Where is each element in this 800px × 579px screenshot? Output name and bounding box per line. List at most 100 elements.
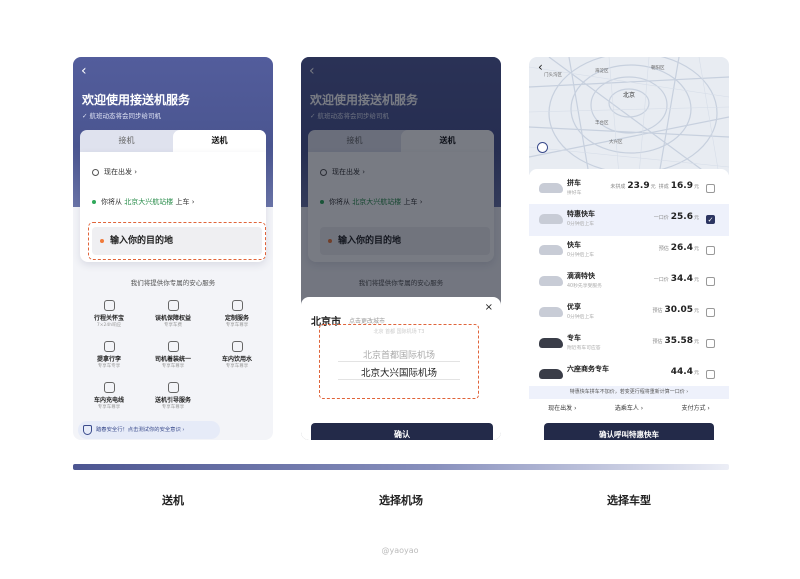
picker-divider <box>338 379 460 380</box>
pickup-location-row[interactable]: 你将从 北京大兴航站楼 上车 › <box>92 197 195 207</box>
car-option-row[interactable]: 快车 0分钟后上车 预估 26.4元 <box>529 235 729 267</box>
service-item[interactable]: 误机保障权益 专享车费 <box>143 300 203 328</box>
option-depart-time[interactable]: 现在出发 › <box>548 403 576 412</box>
car-name: 优享 <box>567 303 581 311</box>
departure-time-row[interactable]: 现在出发 › <box>92 167 137 177</box>
service-item[interactable]: 司机着装统一 专享车尊享 <box>143 341 203 369</box>
car-name: 滴滴特快 <box>567 272 595 280</box>
service-item[interactable]: 送机引导服务 专享车尊享 <box>143 382 203 410</box>
page-subtitle: ✓ 航班动态将会同步给司机 <box>82 112 162 120</box>
car-option-row[interactable]: 滴滴特快 40秒先享受服务 一口价 34.4元 <box>529 266 729 298</box>
showcase-canvas: ‹ 欢迎使用接送机服务 ✓ 航班动态将会同步给司机 接机 送机 现在出发 › 你… <box>0 0 800 579</box>
tab-dropoff[interactable]: 送机 <box>173 130 266 152</box>
picker-option-daxing[interactable]: 北京大兴国际机场 <box>320 365 478 379</box>
back-arrow-icon[interactable]: ‹ <box>81 63 87 79</box>
service-icon <box>231 341 243 352</box>
option-passenger[interactable]: 选乘车人 › <box>615 403 643 412</box>
car-option-row[interactable]: 六座商务专车 44.4元 <box>529 359 729 387</box>
car-icon <box>539 245 563 255</box>
service-item[interactable]: 定制服务 专享车尊享 <box>207 300 267 328</box>
service-name: 行程关怀宝 <box>93 315 124 322</box>
car-desc: 0分钟后上车 <box>567 315 595 320</box>
car-price: 一口价 25.6元 <box>653 212 699 222</box>
pickup-screen: ‹ 欢迎使用接送机服务 ✓ 航班动态将会同步给司机 接机 送机 现在出发 › 你… <box>73 57 273 440</box>
car-checkbox[interactable] <box>706 339 715 348</box>
map-view[interactable]: 北京 海淀区 朝阳区 丰台区 大兴区 门头沟区 ‹ <box>529 57 729 175</box>
service-icon <box>103 382 115 393</box>
car-checkbox[interactable]: ✓ <box>706 215 715 224</box>
car-checkbox[interactable] <box>706 184 715 193</box>
service-item[interactable]: 提拿行李 专享车专享 <box>79 341 139 369</box>
car-icon <box>539 307 563 317</box>
car-name: 快车 <box>567 241 581 249</box>
back-arrow-icon[interactable]: ‹ <box>538 60 543 74</box>
picker-faded-option: 北京 首都 国际机场 T3 <box>373 329 425 335</box>
service-item[interactable]: 车内饮用水 专享车尊享 <box>207 341 267 369</box>
car-type-list: 拼车 拼好车 未拼成 23.9元 拼成 16.9元特惠快车 0分钟后上车 一口价 25.6元 ✓… <box>529 169 729 387</box>
service-name: 提拿行李 <box>96 356 121 363</box>
orange-dot-icon <box>100 238 104 243</box>
service-icon <box>167 341 179 352</box>
car-desc: 0分钟后上车 <box>567 222 595 227</box>
car-name: 特惠快车 <box>567 210 595 218</box>
trip-card: 现在出发 › 你将从 北京大兴航站楼 上车 › 输入你的目的地 <box>80 152 266 262</box>
car-type-screen: 北京 海淀区 朝阳区 丰台区 大兴区 门头沟区 ‹ 拼车 拼好车 未拼成 23.9元 … <box>529 57 729 440</box>
caption-choose-car: 选择车型 <box>607 494 651 507</box>
service-desc: 专享车尊享 <box>161 405 185 410</box>
car-price: 预估 35.58元 <box>652 336 700 346</box>
car-icon <box>539 369 563 379</box>
service-desc: 7×24h响应 <box>96 323 122 328</box>
service-desc: 专享车尊享 <box>225 323 249 328</box>
map-label: 北京 <box>623 92 636 99</box>
car-checkbox[interactable] <box>706 370 715 379</box>
destination-input[interactable]: 输入你的目的地 <box>92 227 262 255</box>
destination-highlight: 输入你的目的地 <box>88 222 266 260</box>
car-checkbox[interactable] <box>706 246 715 255</box>
clock-icon <box>92 168 99 176</box>
car-option-row[interactable]: 优享 0分钟后上车 预估 30.05元 <box>529 297 729 329</box>
service-item[interactable]: 车内充电线 专享车尊享 <box>79 382 139 410</box>
service-desc: 专享车专享 <box>97 364 121 369</box>
service-name: 送机引导服务 <box>154 397 191 404</box>
map-label: 门头沟区 <box>544 73 562 78</box>
safety-tip-banner[interactable]: 踏春安全行！点击测试你的安全意识 › <box>78 421 220 439</box>
services-title: 我们将提供你专属的安心服务 <box>130 279 216 287</box>
car-icon <box>539 338 563 348</box>
picker-divider <box>338 361 460 362</box>
service-name: 车内饮用水 <box>221 356 252 363</box>
close-icon[interactable]: × <box>485 302 493 313</box>
airport-select-screen: ‹ 欢迎使用接送机服务 ✓ 航班动态将会同步给司机 接机 送机 现在出发 › 你… <box>301 57 501 440</box>
tab-pickup[interactable]: 接机 <box>80 130 173 152</box>
notice-bar[interactable]: 特惠快车拼车不加价，若变更行程将重新计算一口价 › <box>529 386 729 399</box>
service-name: 误机保障权益 <box>154 315 191 322</box>
service-icon <box>103 300 115 311</box>
car-name: 拼车 <box>567 179 581 187</box>
shield-icon[interactable] <box>537 142 548 153</box>
call-car-button[interactable]: 确认呼叫特惠快车 <box>544 423 714 440</box>
service-item[interactable]: 行程关怀宝 7×24h响应 <box>79 300 139 328</box>
service-name: 司机着装统一 <box>154 356 191 363</box>
car-checkbox[interactable] <box>706 308 715 317</box>
service-icon <box>167 382 179 393</box>
ride-options: 现在出发 › 选乘车人 › 支付方式 › <box>529 403 729 412</box>
car-option-row[interactable]: 拼车 拼好车 未拼成 23.9元 拼成 16.9元 <box>529 173 729 205</box>
page-title: 欢迎使用接送机服务 <box>82 93 191 107</box>
green-dot-icon <box>92 200 96 204</box>
confirm-button[interactable]: 确认 <box>311 423 493 440</box>
tab-bar: 接机 送机 <box>80 130 266 152</box>
service-icon <box>103 341 115 352</box>
service-icon <box>167 300 179 311</box>
option-payment[interactable]: 支付方式 › <box>681 403 709 412</box>
car-checkbox[interactable] <box>706 277 715 286</box>
caption-dropoff: 送机 <box>162 494 184 507</box>
car-name: 专车 <box>567 334 581 342</box>
author-credit: @yaoyao <box>381 546 419 555</box>
car-option-row[interactable]: 特惠快车 0分钟后上车 一口价 25.6元 ✓ <box>529 204 729 236</box>
car-option-row[interactable]: 专车 附近有车可应答 预估 35.58元 <box>529 328 729 360</box>
car-price: 一口价 34.4元 <box>653 274 699 284</box>
service-desc: 专享车费 <box>164 323 182 328</box>
airport-picker-sheet: 北京市 点击更改城市 × 北京 首都 国际机场 T3 北京首都国际机场 北京大兴… <box>301 297 501 440</box>
picker-option-capital[interactable]: 北京首都国际机场 <box>320 348 478 361</box>
service-desc: 专享车尊享 <box>97 405 121 410</box>
car-icon <box>539 276 563 286</box>
